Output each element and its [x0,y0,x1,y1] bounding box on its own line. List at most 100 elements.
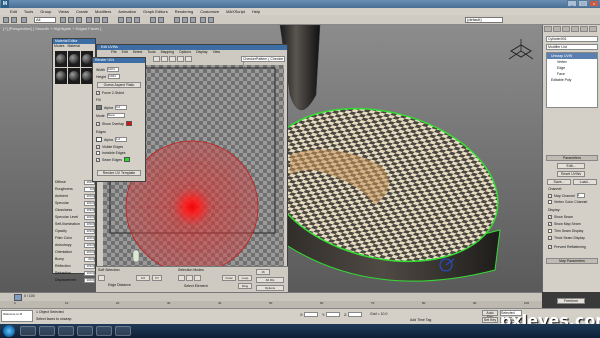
show-overlap-checkbox[interactable]: ✓ [96,121,100,126]
xy-toggle[interactable]: XY [152,275,162,281]
freeform-icon[interactable] [177,56,184,62]
time-slider[interactable] [14,294,22,301]
map-parameters-rollout[interactable]: Map Parameters [546,258,598,264]
material-slot[interactable] [55,51,67,67]
mirror-icon[interactable] [185,56,192,62]
select-element-label[interactable]: Select Element [184,284,208,288]
material-slot[interactable] [55,68,67,84]
overlap-color-swatch[interactable] [125,121,132,126]
prevent-reflatten-checkbox[interactable]: ✓ [548,245,552,249]
width-input[interactable]: 1024 [106,67,119,72]
material-slot[interactable] [68,68,80,84]
taskbar-app-icon[interactable] [20,326,36,336]
undo-icon[interactable] [3,17,9,23]
percent-snap-icon[interactable] [134,17,140,23]
curve-editor-icon[interactable] [174,17,180,23]
tab-create[interactable] [544,26,552,32]
ring-button[interactable]: Ring [238,283,252,289]
link-icon[interactable] [21,17,27,23]
zoom-value[interactable]: 16 [256,269,270,275]
menu-tools[interactable]: Tools [24,8,33,15]
menu-options[interactable]: Options [179,50,191,55]
map-channel-radio[interactable]: • [548,193,552,198]
menu-select[interactable]: Select [133,50,143,55]
seam-color-swatch[interactable] [124,157,131,162]
redo-icon[interactable] [11,17,17,23]
auto-key-button[interactable]: Auto Key [482,310,498,319]
z-field[interactable] [348,312,363,317]
move-icon[interactable] [86,17,92,23]
fill-color-swatch[interactable] [96,105,102,110]
object-name-field[interactable]: Cylinder001 [546,36,598,42]
rect-region-icon[interactable] [76,17,82,23]
menu-customize[interactable]: Customize [200,8,219,15]
modifier-list-dropdown[interactable]: Modifier List [546,44,598,50]
move-icon[interactable] [153,56,160,62]
tab-modify[interactable] [553,26,561,32]
menu-edit[interactable]: Edit [10,8,17,15]
visible-edges-checkbox[interactable]: ✓ [96,145,100,149]
named-selection-dropdown[interactable]: (default) [465,17,503,23]
maxscript-listener[interactable]: Welcome to M [1,310,33,322]
menu-material[interactable]: Material [68,44,80,49]
vertex-color-radio[interactable] [548,200,552,204]
maximize-button[interactable]: □ [578,0,588,7]
rotate-icon[interactable] [161,56,168,62]
taskbar-app-icon[interactable] [77,326,93,336]
menu-create[interactable]: Create [76,8,88,15]
menu-modes[interactable]: Modes [54,44,65,49]
tab-display[interactable] [580,26,588,32]
minimize-button[interactable]: _ [567,0,577,7]
schematic-icon[interactable] [182,17,188,23]
menu-rendering[interactable]: Rendering [175,8,193,15]
fill-alpha-input[interactable]: 0.0 [114,105,127,110]
face-mode-icon[interactable] [194,275,201,281]
scale-icon[interactable] [102,17,108,23]
load-button[interactable]: Load... [573,179,597,185]
app-logo[interactable]: M [1,0,9,8]
loop-button[interactable]: Loop [238,275,252,281]
render-icon[interactable] [208,17,214,23]
map-channel-input[interactable]: 1 [576,193,585,198]
edit-button[interactable]: Edit... [557,163,585,169]
guess-aspect-ratio-button[interactable]: Guess Aspect Ratio [97,82,141,88]
reset-uvws-button[interactable]: Reset UVWs [557,171,585,177]
menu-group[interactable]: Group [40,8,51,15]
edge-alpha-input[interactable]: 1.0 [114,137,127,142]
taskbar-app-icon[interactable] [96,326,112,336]
snap-icon[interactable] [118,17,124,23]
show-seam-checkbox[interactable]: ✓ [548,215,552,219]
select-icon[interactable] [60,17,66,23]
menu-display[interactable]: Display [196,50,207,55]
menu-view[interactable]: View [213,50,221,55]
menu-help[interactable]: Help [252,8,260,15]
angle-snap-icon[interactable] [126,17,132,23]
menu-graph-editors[interactable]: Graph Editors [143,8,168,15]
show-map-seam-checkbox[interactable]: ✓ [548,222,552,226]
menu-tools[interactable]: Tools [147,50,155,55]
x-field[interactable] [304,312,319,317]
mode-dropdown[interactable]: None [106,113,125,118]
start-button[interactable] [3,325,15,337]
thick-seam-radio[interactable]: • [548,236,552,240]
selection-filter-dropdown[interactable]: All [34,17,56,23]
menu-edit[interactable]: Edit [122,50,128,55]
y-field[interactable] [326,312,341,317]
scale-icon[interactable] [169,56,176,62]
menu-mapping[interactable]: Mapping [161,50,174,55]
menu-views[interactable]: Views [58,8,69,15]
timeline[interactable]: 0 / 100 [0,292,542,301]
all-ids-dropdown[interactable]: All IDs [256,277,284,283]
options-button[interactable]: Options [256,285,284,291]
tab-utilities[interactable] [589,26,597,32]
viewcube-icon[interactable] [505,37,537,65]
height-input[interactable]: 1024 [108,74,121,79]
menu-file[interactable]: File [111,50,117,55]
add-time-tag[interactable]: Add Time Tag [410,318,431,322]
tab-motion[interactable] [571,26,579,32]
vertex-mode-icon[interactable] [178,275,185,281]
render-uvs-title[interactable]: Render UVs [93,58,145,63]
grow-button[interactable]: Grow [222,275,236,281]
track-bar[interactable]: 0 10 20 30 40 50 60 70 80 90 100 [0,301,542,308]
taskbar-app-icon[interactable] [58,326,74,336]
